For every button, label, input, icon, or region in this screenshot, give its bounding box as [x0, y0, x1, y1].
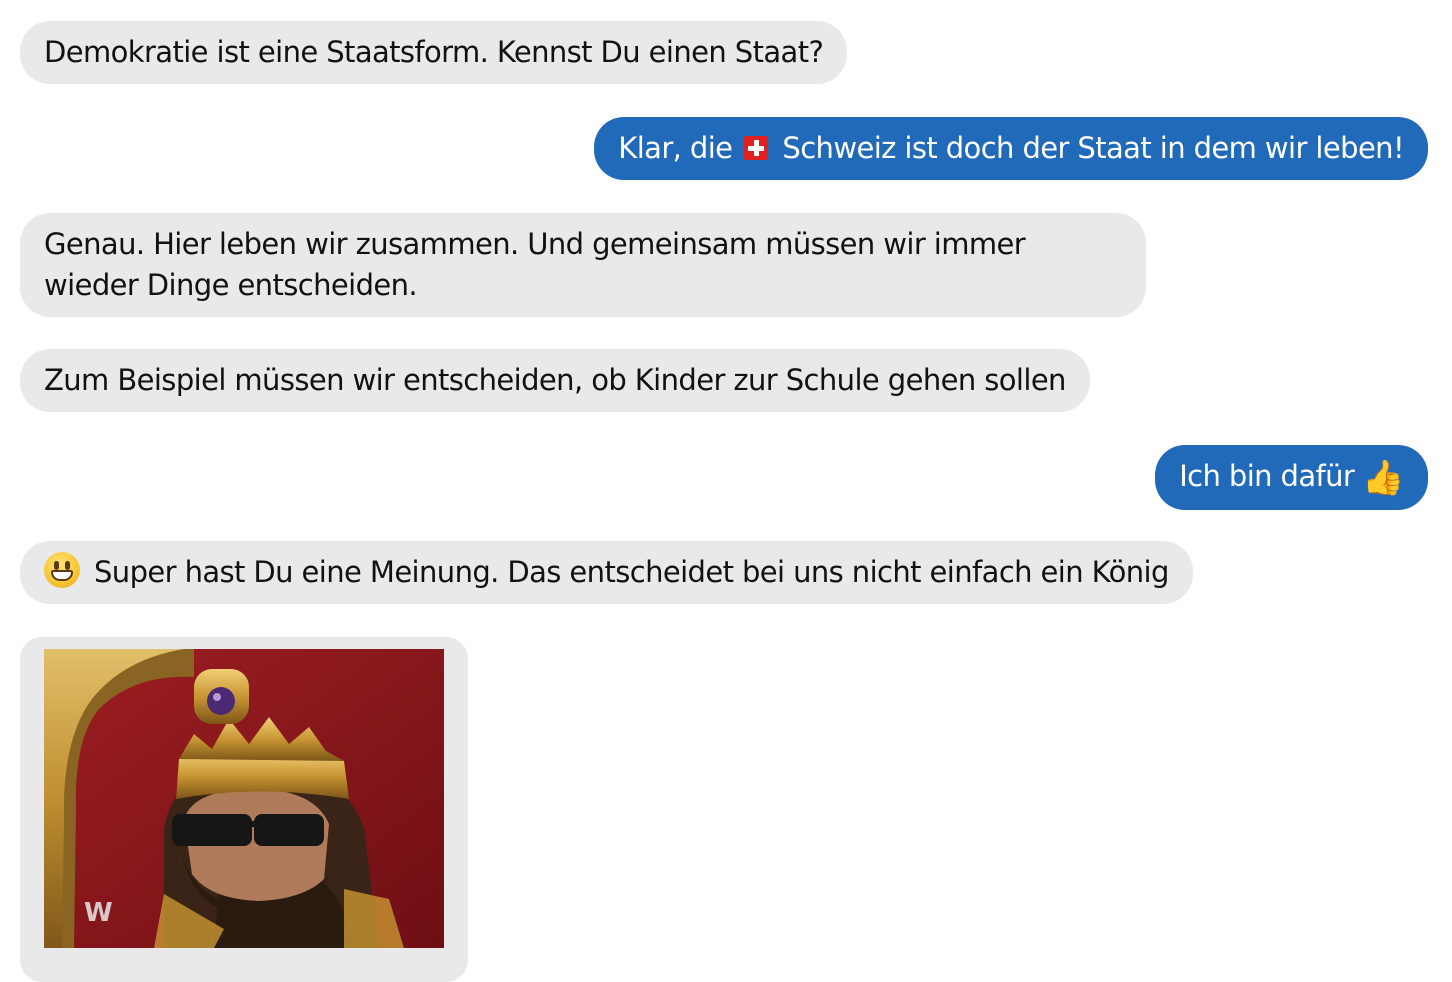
message-text: Ich bin dafür [1179, 459, 1355, 493]
watermark-logo: W [84, 898, 113, 928]
message-text: Schweiz ist doch der Staat in dem wir le… [782, 131, 1404, 165]
bot-message: Super hast Du eine Meinung. Das entschei… [20, 541, 1193, 604]
thumbs-up-icon: 👍 [1362, 458, 1404, 498]
message-text: Demokratie ist eine Staatsform. Kennst D… [44, 35, 824, 69]
message-text: Super hast Du eine Meinung. Das entschei… [94, 555, 1169, 589]
image-message: W [20, 637, 468, 982]
bot-message: Demokratie ist eine Staatsform. Kennst D… [20, 21, 848, 84]
wrestler-king-gif[interactable]: W [44, 649, 444, 948]
message-text: Klar, die [618, 131, 733, 165]
grinning-face-icon [44, 552, 80, 588]
message-text: Zum Beispiel müssen wir entscheiden, ob … [44, 363, 1066, 397]
user-message: Ich bin dafür 👍 [1155, 445, 1428, 510]
swiss-flag-icon [744, 136, 769, 160]
message-text: Genau. Hier leben wir zusammen. Und geme… [44, 227, 1026, 302]
bot-message: Genau. Hier leben wir zusammen. Und geme… [20, 213, 1146, 317]
bot-message: Zum Beispiel müssen wir entscheiden, ob … [20, 349, 1090, 412]
user-message: Klar, die Schweiz ist doch der Staat in d… [594, 117, 1428, 180]
